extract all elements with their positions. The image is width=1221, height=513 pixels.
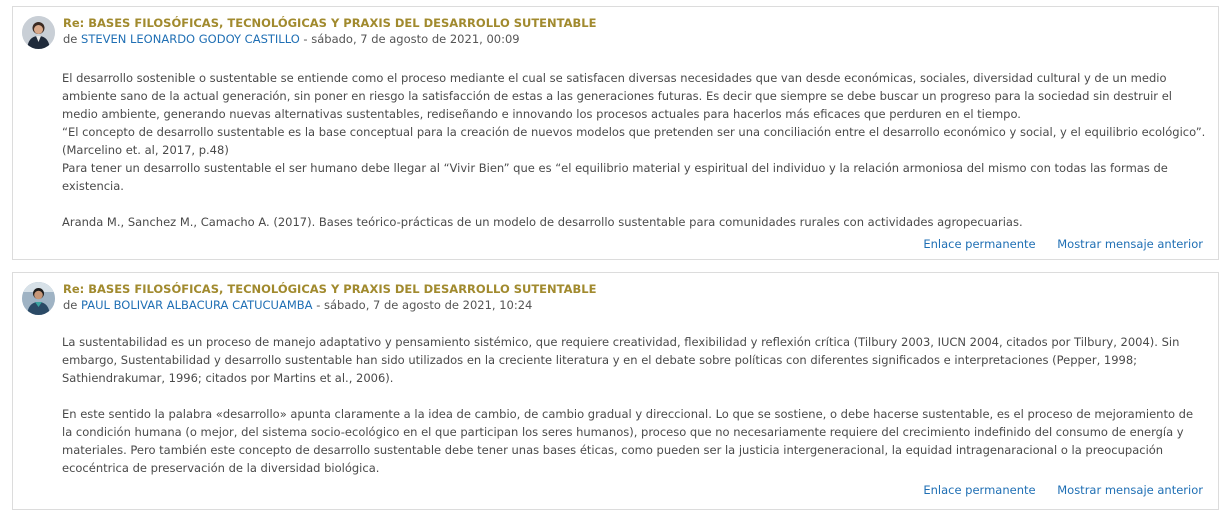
avatar[interactable] xyxy=(22,16,55,49)
author-link[interactable]: STEVEN LEONARDO GODOY CASTILLO xyxy=(81,32,300,46)
post-subject[interactable]: Re: BASES FILOSÓFICAS, TECNOLÓGICAS Y PR… xyxy=(63,16,596,30)
post-byline: de PAUL BOLIVAR ALBACURA CATUCUAMBA - sá… xyxy=(63,298,532,312)
post-commands: Enlace permanente Mostrar mensaje anteri… xyxy=(905,237,1203,251)
user-photo-icon xyxy=(22,282,55,315)
show-parent-link[interactable]: Mostrar mensaje anterior xyxy=(1057,237,1203,251)
show-parent-link[interactable]: Mostrar mensaje anterior xyxy=(1057,483,1203,497)
by-prefix: de xyxy=(63,298,78,312)
avatar[interactable] xyxy=(22,282,55,315)
post-content: La sustentabilidad es un proceso de mane… xyxy=(62,333,1206,477)
forum-post: Re: BASES FILOSÓFICAS, TECNOLÓGICAS Y PR… xyxy=(12,6,1219,260)
permalink-link[interactable]: Enlace permanente xyxy=(923,237,1035,251)
post-commands: Enlace permanente Mostrar mensaje anteri… xyxy=(905,483,1203,497)
paragraph: Para tener un desarrollo sustentable el … xyxy=(62,161,1168,193)
post-subject[interactable]: Re: BASES FILOSÓFICAS, TECNOLÓGICAS Y PR… xyxy=(63,282,596,296)
post-content: El desarrollo sostenible o sustentable s… xyxy=(62,69,1206,231)
paragraph xyxy=(62,387,1206,405)
post-date: - sábado, 7 de agosto de 2021, 00:09 xyxy=(303,32,520,46)
post-date: - sábado, 7 de agosto de 2021, 10:24 xyxy=(316,298,533,312)
author-link[interactable]: PAUL BOLIVAR ALBACURA CATUCUAMBA xyxy=(81,298,313,312)
paragraph: La sustentabilidad es un proceso de mane… xyxy=(62,335,1180,385)
user-photo-icon xyxy=(22,16,55,49)
permalink-link[interactable]: Enlace permanente xyxy=(923,483,1035,497)
paragraph: Aranda M., Sanchez M., Camacho A. (2017)… xyxy=(62,215,1023,229)
paragraph: “El concepto de desarrollo sustentable e… xyxy=(62,125,1206,157)
paragraph: En este sentido la palabra «desarrollo» … xyxy=(62,407,1194,475)
paragraph xyxy=(62,195,1206,213)
by-prefix: de xyxy=(63,32,78,46)
post-byline: de STEVEN LEONARDO GODOY CASTILLO - sába… xyxy=(63,32,520,46)
paragraph: El desarrollo sostenible o sustentable s… xyxy=(62,71,1172,121)
forum-post: Re: BASES FILOSÓFICAS, TECNOLÓGICAS Y PR… xyxy=(12,272,1219,510)
